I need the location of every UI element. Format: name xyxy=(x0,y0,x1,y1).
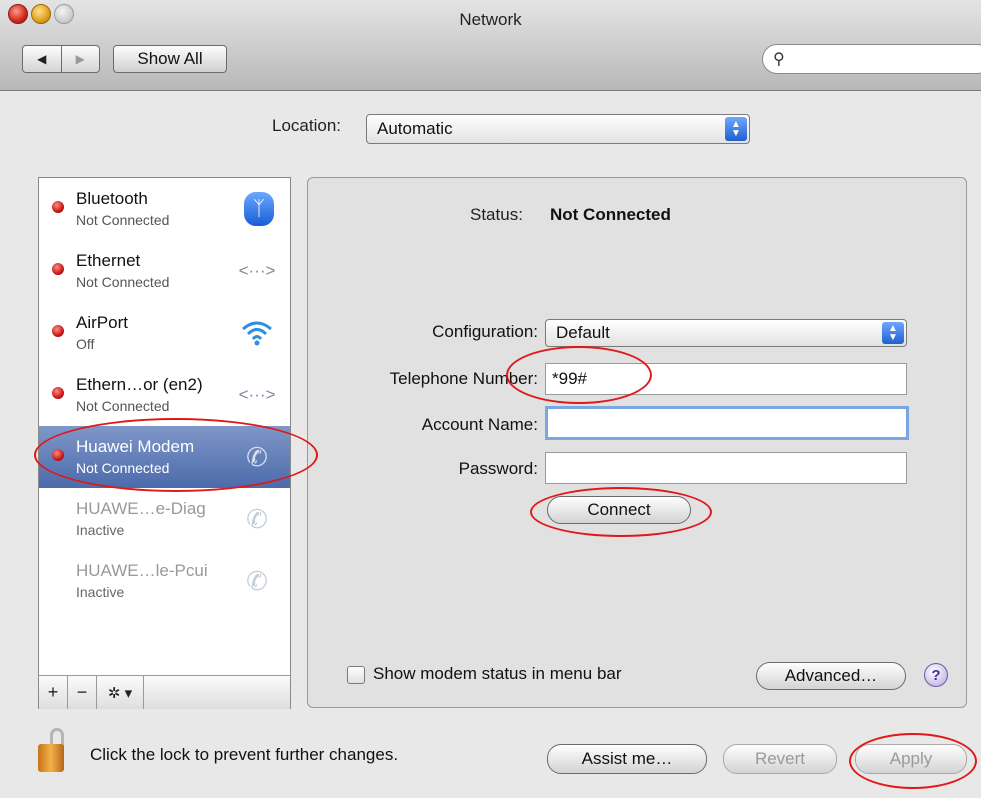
show-all-button[interactable]: Show All xyxy=(113,45,227,73)
title-bar: Network ◀ ▶ Show All ⚲ xyxy=(0,0,981,91)
lock-hint-text: Click the lock to prevent further change… xyxy=(90,745,399,764)
phone-icon: ✆ xyxy=(246,565,268,596)
service-item-huawei-diag[interactable]: HUAWE…e-Diag Inactive ✆ xyxy=(39,488,290,550)
configuration-popup[interactable]: Default ▲ ▼ xyxy=(545,319,907,347)
show-modem-status-label[interactable]: Show modem status in menu bar xyxy=(373,664,622,684)
service-item-ethernet[interactable]: Ethernet Not Connected <···> xyxy=(39,240,290,302)
service-name: Ethern…or (en2) xyxy=(76,375,203,394)
service-item-bluetooth[interactable]: Bluetooth Not Connected ᛉ xyxy=(39,178,290,240)
status-dot-icon xyxy=(52,201,64,213)
service-name: HUAWE…le-Pcui xyxy=(76,561,208,580)
wifi-icon xyxy=(240,316,274,350)
status-dot-icon xyxy=(52,325,64,337)
status-dot-icon xyxy=(52,263,64,275)
search-field[interactable]: ⚲ xyxy=(762,44,981,74)
service-item-airport[interactable]: AirPort Off xyxy=(39,302,290,364)
bluetooth-icon: ᛉ xyxy=(244,192,274,226)
annotation-circle-huawei-modem xyxy=(34,418,318,492)
service-state: Not Connected xyxy=(76,398,170,414)
window-title: Network xyxy=(459,10,522,29)
password-field[interactable] xyxy=(545,452,907,484)
service-state: Not Connected xyxy=(76,212,170,228)
assist-me-button[interactable]: Assist me… xyxy=(547,744,707,774)
account-name-field[interactable] xyxy=(545,406,909,440)
service-item-ethernet-en2[interactable]: Ethern…or (en2) Not Connected <···> xyxy=(39,364,290,426)
forward-button[interactable]: ▶ xyxy=(62,46,100,72)
popup-arrows-icon: ▲ ▼ xyxy=(882,322,904,344)
service-item-huawei-pcui[interactable]: HUAWE…le-Pcui Inactive ✆ xyxy=(39,550,290,612)
advanced-button[interactable]: Advanced… xyxy=(756,662,906,690)
service-state: Off xyxy=(76,336,95,352)
show-modem-status-checkbox[interactable] xyxy=(347,666,365,684)
phone-icon: ✆ xyxy=(246,503,268,534)
service-list-toolbar: + − ✲ ▾ xyxy=(39,675,290,709)
popup-arrows-icon: ▲ ▼ xyxy=(725,117,747,141)
configuration-value: Default xyxy=(556,323,610,342)
ethernet-icon: <···> xyxy=(238,261,276,280)
location-popup[interactable]: Automatic ▲ ▼ xyxy=(366,114,750,144)
status-label: Status: xyxy=(470,205,523,224)
service-name: Ethernet xyxy=(76,251,141,270)
network-preferences-window: Network ◀ ▶ Show All ⚲ Location: Automat… xyxy=(0,0,981,798)
service-name: Bluetooth xyxy=(76,189,148,208)
remove-service-button[interactable]: − xyxy=(68,676,97,709)
password-label: Password: xyxy=(458,459,538,478)
add-service-button[interactable]: + xyxy=(39,676,68,709)
search-icon: ⚲ xyxy=(773,51,785,68)
annotation-circle-apply xyxy=(849,733,977,789)
status-value: Not Connected xyxy=(550,205,671,224)
forward-arrow-icon: ▶ xyxy=(75,52,85,66)
history-nav: ◀ ▶ xyxy=(22,45,100,73)
lock-icon[interactable] xyxy=(38,728,70,772)
annotation-circle-telephone xyxy=(506,346,652,404)
help-button[interactable]: ? xyxy=(924,663,948,687)
location-value: Automatic xyxy=(377,119,453,138)
account-name-label: Account Name: xyxy=(421,415,538,434)
annotation-circle-connect xyxy=(530,487,712,537)
service-state: Inactive xyxy=(76,522,125,538)
service-name: HUAWE…e-Diag xyxy=(76,499,206,518)
status-dot-icon xyxy=(52,387,64,399)
ethernet-icon: <···> xyxy=(238,385,276,404)
service-name: AirPort xyxy=(76,313,128,332)
service-state: Inactive xyxy=(76,584,125,600)
revert-button[interactable]: Revert xyxy=(723,744,837,774)
back-button[interactable]: ◀ xyxy=(23,46,62,72)
back-arrow-icon: ◀ xyxy=(37,52,47,66)
detail-panel xyxy=(307,177,967,708)
service-state: Not Connected xyxy=(76,274,170,290)
location-label: Location: xyxy=(272,116,341,135)
gear-menu-button[interactable]: ✲ ▾ xyxy=(97,676,144,709)
configuration-label: Configuration: xyxy=(432,322,538,341)
